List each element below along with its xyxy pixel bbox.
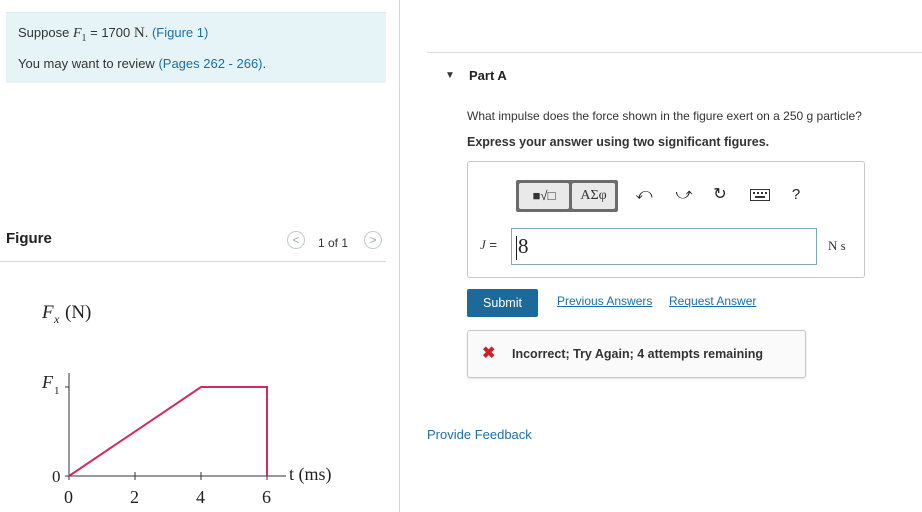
feedback-message-box: ✖ Incorrect; Try Again; 4 attempts remai…	[467, 330, 806, 378]
text-caret	[516, 236, 517, 261]
answer-value: 8	[518, 234, 529, 258]
question-text: What impulse does the force shown in the…	[467, 109, 862, 123]
force-value: = 1700	[86, 25, 131, 40]
force-variable: F1	[72, 26, 87, 44]
answer-equals: =	[485, 237, 497, 252]
previous-answers-link[interactable]: Previous Answers	[557, 294, 652, 308]
feedback-text: Incorrect; Try Again; 4 attempts remaini…	[512, 347, 763, 361]
force-time-graph: F x (N) F 1 0 0 2 4 6 t (ms)	[41, 302, 332, 507]
force-curve	[68, 386, 268, 477]
x-tick-label: 4	[196, 487, 205, 507]
x-axis-label: t (ms)	[289, 464, 332, 485]
greek-symbols-button[interactable]: ΑΣφ	[572, 183, 615, 209]
f1-label-sub: 1	[54, 385, 60, 397]
force-unit: N	[133, 25, 145, 41]
f1-label-var: F	[41, 372, 54, 392]
instruction-text: Express your answer using two significan…	[467, 135, 770, 149]
panel-divider	[399, 0, 400, 512]
previous-figure-button[interactable]: <	[287, 231, 305, 249]
part-a-header[interactable]: ▼ Part A	[427, 52, 922, 98]
undo-icon[interactable]: ⤺	[634, 184, 654, 206]
keyboard-icon[interactable]	[750, 184, 770, 206]
answer-panel: ■√□ ΑΣφ ⤺ ⤻ ↻ ? J = 8 N s	[467, 161, 865, 278]
y-axis-label-var: F	[41, 302, 54, 323]
review-text: You may want to review	[18, 56, 155, 71]
force-var-letter: F	[72, 26, 82, 41]
problem-statement: Suppose F1 = 1700 N. (Figure 1)	[18, 25, 209, 44]
review-suffix: .	[262, 56, 267, 71]
x-tick-label: 0	[64, 487, 73, 507]
templates-button[interactable]: ■√□	[519, 183, 569, 209]
x-ticks: 0 2 4 6	[64, 472, 271, 507]
x-tick-label: 6	[262, 487, 271, 507]
next-figure-button[interactable]: >	[364, 231, 382, 249]
y-zero-label: 0	[52, 467, 61, 486]
request-answer-link[interactable]: Request Answer	[669, 294, 756, 308]
pages-link[interactable]: (Pages 262 - 266)	[158, 56, 262, 71]
answer-input[interactable]: 8	[511, 228, 817, 265]
submit-button[interactable]: Submit	[467, 289, 538, 317]
y-axis-label-sub: x	[53, 312, 60, 326]
figure-title: Figure	[6, 230, 52, 247]
answer-unit: N s	[828, 238, 846, 253]
provide-feedback-link[interactable]: Provide Feedback	[427, 427, 532, 442]
collapse-caret-icon[interactable]: ▼	[445, 70, 455, 81]
part-label: Part A	[469, 68, 507, 83]
answer-variable-label: J =	[480, 237, 497, 253]
redo-icon[interactable]: ⤻	[674, 184, 694, 206]
problem-intro: Suppose F1 = 1700 N. (Figure 1) You may …	[6, 12, 386, 83]
y-axis-label-unit: (N)	[65, 302, 91, 323]
x-tick-label: 2	[130, 487, 139, 507]
figure-pager: 1 of 1	[318, 236, 349, 250]
help-button[interactable]: ?	[786, 184, 806, 206]
figure-link[interactable]: (Figure 1)	[152, 25, 208, 40]
suppose-text: Suppose	[18, 25, 70, 40]
figure-header: Figure < 1 of 1 >	[0, 226, 386, 262]
review-line: You may want to review (Pages 262 - 266)…	[18, 56, 266, 71]
incorrect-x-icon: ✖	[482, 345, 496, 362]
reset-icon[interactable]: ↻	[710, 184, 730, 206]
math-toolbar-group: ■√□ ΑΣφ	[516, 180, 618, 212]
